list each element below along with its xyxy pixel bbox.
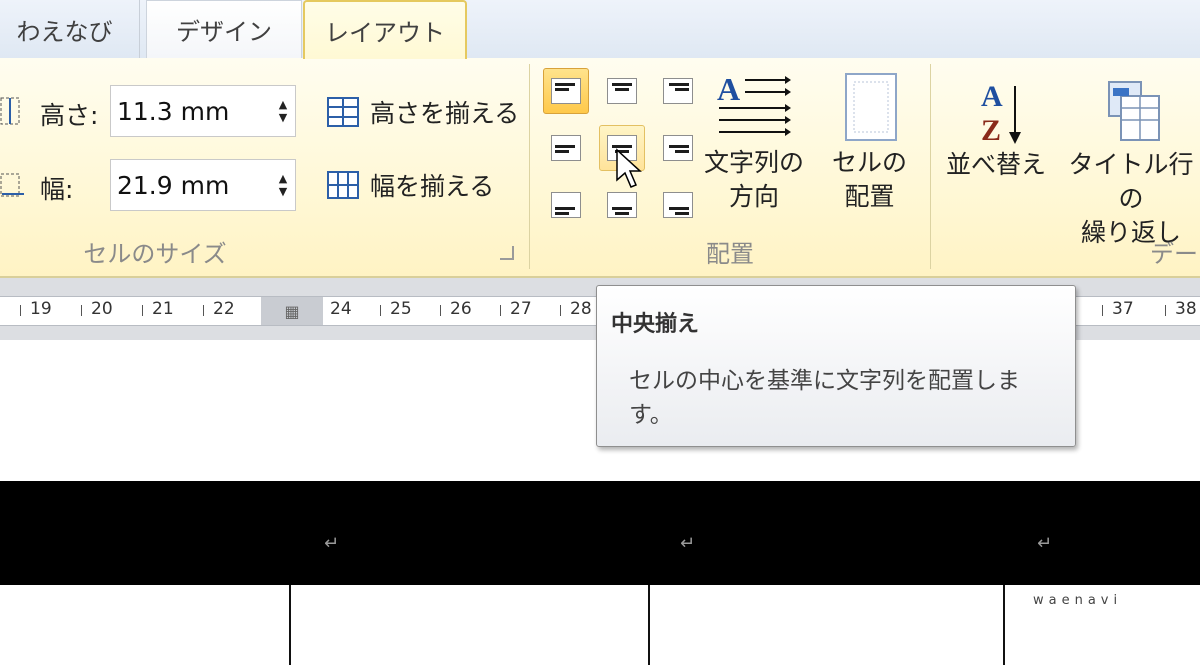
svg-text:A: A bbox=[981, 80, 1003, 113]
ribbon-tab-bar: わえなび デザイン レイアウト bbox=[0, 0, 1200, 59]
spin-up-icon[interactable]: ▲ bbox=[279, 98, 287, 111]
tab-design[interactable]: デザイン bbox=[146, 0, 302, 58]
ruler-number: 25 bbox=[390, 299, 412, 319]
table-cell-border bbox=[648, 585, 650, 665]
ruler-tick bbox=[142, 305, 143, 316]
ruler-number: 24 bbox=[330, 299, 352, 319]
align-middle-left-icon bbox=[551, 135, 581, 161]
repeat-header-rows-button[interactable]: タイトル行の 繰り返し bbox=[1062, 76, 1200, 250]
tooltip-description: セルの中心を基準に文字列を配置します。 bbox=[629, 368, 1020, 428]
ribbon-panel: 高さ: 11.3 mm ▲ ▼ 幅: 21.9 mm ▲ ▼ 高さを揃える 幅を… bbox=[0, 58, 1200, 278]
align-bottom-right-button[interactable] bbox=[655, 182, 701, 228]
dialog-launcher-icon[interactable] bbox=[500, 246, 514, 260]
width-value[interactable]: 21.9 mm bbox=[111, 171, 271, 200]
align-top-right-icon bbox=[663, 78, 693, 104]
ruler-number: 37 bbox=[1112, 299, 1134, 319]
cell-margins-icon bbox=[844, 73, 897, 141]
ruler-tick bbox=[20, 305, 21, 316]
ruler-tick bbox=[1165, 305, 1166, 316]
height-value[interactable]: 11.3 mm bbox=[111, 97, 271, 126]
height-label: 高さ: bbox=[40, 101, 99, 130]
repeat-header-label-line1: タイトル行の bbox=[1068, 150, 1194, 213]
spin-up-icon[interactable]: ▲ bbox=[279, 172, 287, 185]
ruler-tick bbox=[440, 305, 441, 316]
spin-down-icon[interactable]: ▼ bbox=[279, 111, 287, 124]
align-middle-right-icon bbox=[663, 135, 693, 161]
sort-label: 並べ替え bbox=[946, 150, 1047, 179]
distribute-columns-label: 幅を揃える bbox=[370, 172, 495, 201]
sort-button[interactable]: A Z 並べ替え bbox=[946, 76, 1046, 182]
distribute-columns-icon bbox=[327, 171, 359, 199]
sort-az-icon: A Z bbox=[981, 80, 1021, 147]
paragraph-mark: ↵ bbox=[324, 533, 340, 554]
tab-layout[interactable]: レイアウト bbox=[303, 0, 467, 59]
cell-margins-button[interactable]: セルの 配置 bbox=[832, 70, 907, 214]
align-top-center-icon bbox=[607, 78, 637, 104]
svg-text:A: A bbox=[717, 71, 740, 107]
width-label: 幅: bbox=[40, 175, 74, 204]
align-top-left-icon bbox=[551, 78, 581, 104]
watermark: waenavi bbox=[1033, 593, 1123, 608]
data-group-label: デー bbox=[1150, 239, 1198, 268]
table-cell-border bbox=[289, 585, 291, 665]
ruler-tick bbox=[500, 305, 501, 316]
cell-margins-label-line2: 配置 bbox=[844, 182, 895, 211]
height-spin-arrows[interactable]: ▲ ▼ bbox=[271, 98, 295, 124]
svg-text:Z: Z bbox=[981, 114, 1001, 147]
align-top-left-button[interactable] bbox=[543, 68, 589, 114]
text-direction-button[interactable]: A 文字列の 方向 bbox=[704, 70, 804, 214]
paragraph-mark: ↵ bbox=[1037, 533, 1053, 554]
height-spinner[interactable]: 11.3 mm ▲ ▼ bbox=[110, 85, 296, 137]
ruler-tick bbox=[1102, 305, 1103, 316]
align-bottom-right-icon bbox=[663, 192, 693, 218]
tab-waenavi[interactable]: わえなび bbox=[0, 0, 140, 58]
mouse-cursor-icon bbox=[616, 148, 642, 188]
ruler-tick bbox=[380, 305, 381, 316]
spin-down-icon[interactable]: ▼ bbox=[279, 185, 287, 198]
distribute-rows-label: 高さを揃える bbox=[370, 99, 520, 128]
ruler-tick bbox=[81, 305, 82, 316]
group-separator bbox=[529, 64, 530, 269]
ruler-number: 27 bbox=[510, 299, 532, 319]
repeat-header-icon bbox=[1108, 81, 1160, 141]
paragraph-mark: ↵ bbox=[680, 533, 696, 554]
cell-margins-label-line1: セルの bbox=[832, 148, 908, 177]
ruler-number: 19 bbox=[30, 299, 52, 319]
text-direction-label-line1: 文字列の bbox=[704, 148, 805, 177]
alignment-group-label: 配置 bbox=[706, 239, 754, 268]
ruler-tick bbox=[560, 305, 561, 316]
text-direction-icon: A bbox=[717, 71, 791, 136]
align-middle-left-button[interactable] bbox=[543, 125, 589, 171]
align-top-center-button[interactable] bbox=[599, 68, 645, 114]
width-spinner[interactable]: 21.9 mm ▲ ▼ bbox=[110, 159, 296, 211]
ruler-number: 28 bbox=[570, 299, 592, 319]
width-spin-arrows[interactable]: ▲ ▼ bbox=[271, 172, 295, 198]
table-header-row[interactable]: ↵ ↵ ↵ bbox=[0, 481, 1200, 585]
align-bottom-center-icon bbox=[607, 192, 637, 218]
align-middle-right-button[interactable] bbox=[655, 125, 701, 171]
ruler-tick bbox=[203, 305, 204, 316]
distribute-rows-button[interactable]: 高さを揃える bbox=[326, 94, 519, 130]
align-top-right-button[interactable] bbox=[655, 68, 701, 114]
ruler-number: 22 bbox=[213, 299, 235, 319]
group-separator bbox=[930, 64, 931, 269]
ruler-column-marker[interactable]: ▦ bbox=[261, 297, 323, 325]
column-width-icon bbox=[0, 173, 24, 197]
cell-size-group-label: セルのサイズ bbox=[83, 239, 227, 268]
text-direction-label-line2: 方向 bbox=[729, 182, 780, 211]
ruler-number: 21 bbox=[152, 299, 174, 319]
row-height-icon bbox=[0, 97, 20, 125]
ruler-number: 38 bbox=[1175, 299, 1197, 319]
table-cell-border bbox=[1003, 585, 1005, 665]
distribute-rows-icon bbox=[327, 97, 359, 127]
ruler-number: 20 bbox=[91, 299, 113, 319]
align-bottom-left-button[interactable] bbox=[543, 182, 589, 228]
distribute-columns-button[interactable]: 幅を揃える bbox=[326, 167, 494, 203]
ruler-number: 26 bbox=[450, 299, 472, 319]
align-bottom-left-icon bbox=[551, 192, 581, 218]
tooltip: 中央揃え セルの中心を基準に文字列を配置します。 bbox=[596, 285, 1076, 447]
tooltip-title: 中央揃え bbox=[611, 312, 700, 337]
